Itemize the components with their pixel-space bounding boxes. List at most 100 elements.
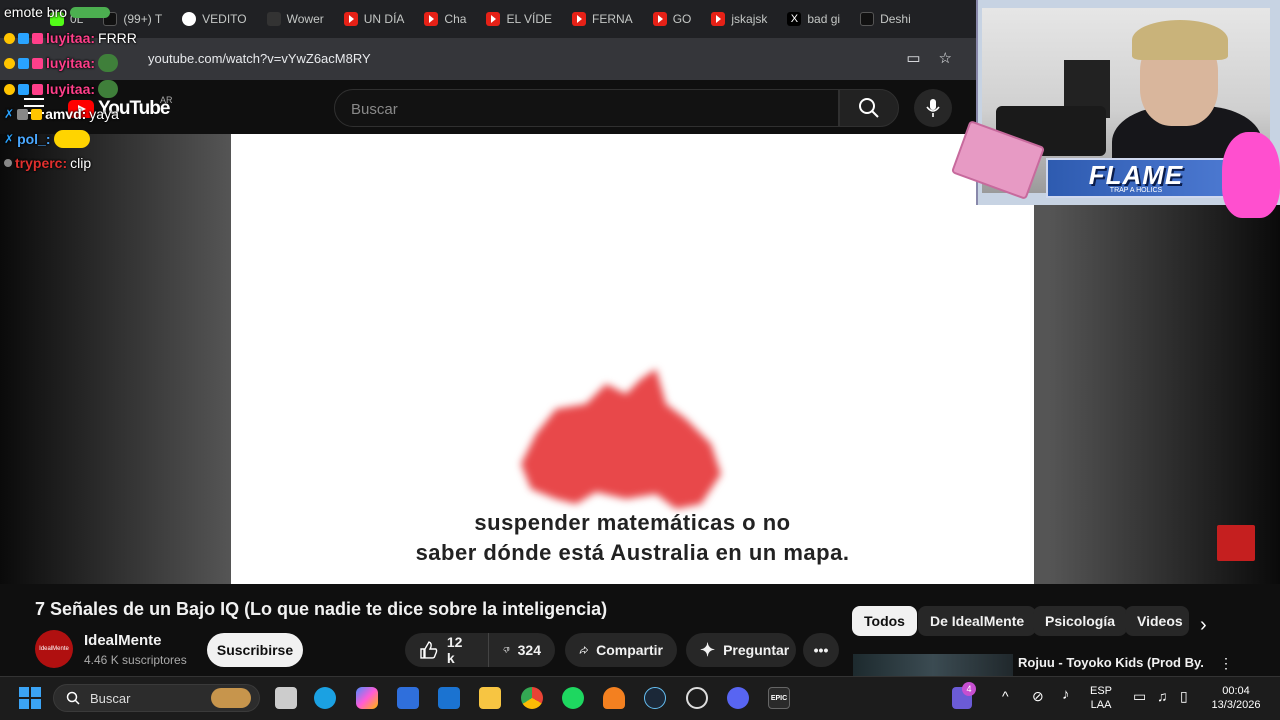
more-icon: ••• bbox=[813, 642, 829, 658]
display-icon[interactable]: ▭ bbox=[1133, 688, 1146, 705]
browser-tab[interactable]: Wower bbox=[257, 0, 334, 38]
chat-message: emote bro bbox=[4, 4, 111, 20]
pink-figure-sticker bbox=[1222, 132, 1280, 218]
more-actions-button[interactable]: ••• bbox=[803, 633, 839, 667]
volume-icon[interactable]: ♫ bbox=[1157, 688, 1168, 704]
chat-message: luyitaa: FRRR bbox=[4, 30, 137, 46]
share-icon bbox=[579, 646, 589, 654]
epic-games-icon[interactable]: EPIC bbox=[768, 687, 790, 709]
search-icon bbox=[66, 691, 80, 705]
steam-icon[interactable] bbox=[644, 687, 666, 709]
badge-icon bbox=[4, 83, 15, 95]
youtube-icon bbox=[343, 12, 358, 26]
browser-tab[interactable]: EL VÍDE bbox=[476, 0, 562, 38]
emote-icon bbox=[53, 130, 90, 148]
sword-icon: ✗ bbox=[4, 107, 15, 121]
chevron-right-icon[interactable]: › bbox=[1200, 614, 1207, 637]
video-player[interactable]: suspender matemáticas o no saber dónde e… bbox=[231, 134, 1034, 584]
chip-from-channel[interactable]: De IdealMente bbox=[918, 606, 1037, 636]
chat-message: tryperc: clip bbox=[4, 155, 91, 171]
more-vertical-icon[interactable]: ⋮ bbox=[1219, 655, 1233, 672]
video-title: 7 Señales de un Bajo IQ (Lo que nadie te… bbox=[35, 599, 608, 619]
badge-icon bbox=[18, 32, 29, 44]
browser-tab[interactable]: jskajsk bbox=[701, 0, 777, 38]
install-app-icon[interactable]: ▭ bbox=[906, 49, 920, 67]
badge-icon bbox=[4, 32, 15, 44]
badge-icon bbox=[18, 57, 29, 69]
taskbar-search[interactable]: Buscar bbox=[53, 684, 260, 712]
badge-icon bbox=[4, 57, 15, 69]
browser-tab[interactable]: UN DÍA bbox=[334, 0, 415, 38]
subtitle-line: suspender matemáticas o no bbox=[474, 510, 791, 535]
edge-icon[interactable] bbox=[314, 687, 336, 709]
address-bar: youtube.com/watch?v=vYwZ6acM8RY ▭ ☆ bbox=[0, 38, 976, 80]
chat-message: luyitaa: bbox=[4, 54, 119, 72]
chat-message: ✗ pol_: bbox=[4, 130, 90, 148]
channel-avatar[interactable]: IdealMente bbox=[35, 630, 73, 668]
input-language[interactable]: ESP LAA bbox=[1090, 684, 1112, 712]
share-button[interactable]: Compartir bbox=[565, 633, 677, 667]
badge-icon bbox=[32, 83, 43, 95]
outlook-icon[interactable] bbox=[438, 687, 460, 709]
clock[interactable]: 00:04 13/3/2026 bbox=[1207, 684, 1265, 712]
tiktok-icon bbox=[860, 12, 875, 26]
spotify-icon[interactable] bbox=[562, 687, 584, 709]
search-icon bbox=[859, 98, 879, 118]
badge-icon bbox=[32, 57, 43, 69]
microphone-tray-icon[interactable]: ♪ bbox=[1062, 686, 1070, 703]
copilot-icon[interactable] bbox=[356, 687, 378, 709]
store-icon[interactable] bbox=[397, 687, 419, 709]
subscribe-button[interactable]: Suscribirse bbox=[207, 633, 303, 667]
sword-icon: ✗ bbox=[4, 132, 15, 146]
voice-search-button[interactable] bbox=[914, 89, 952, 127]
search-button[interactable] bbox=[839, 89, 899, 127]
chevron-up-icon[interactable]: ^ bbox=[1002, 688, 1009, 704]
youtube-icon bbox=[711, 12, 726, 26]
subtitle-line: saber dónde está Australia en un mapa. bbox=[415, 540, 850, 565]
sparkle-icon: ✦ bbox=[700, 639, 716, 660]
youtube-icon bbox=[652, 12, 667, 26]
search-input[interactable]: Buscar bbox=[334, 89, 839, 127]
ask-button[interactable]: ✦ Preguntar bbox=[686, 633, 796, 667]
flame-banner: FLAME TRAP A HOLICS bbox=[1046, 158, 1226, 198]
obs-icon[interactable] bbox=[686, 687, 708, 709]
thumbs-up-icon bbox=[420, 641, 438, 659]
recommendation-title[interactable]: Rojuu - Toyoko Kids (Prod By. bbox=[1018, 655, 1204, 670]
like-button[interactable]: 12 k bbox=[405, 633, 488, 667]
browser-tab[interactable]: Cha bbox=[414, 0, 476, 38]
task-view-icon[interactable] bbox=[275, 687, 297, 709]
browser-tab[interactable]: VEDITO bbox=[172, 0, 256, 38]
browser-tab[interactable]: FERNA bbox=[562, 0, 643, 38]
youtube-icon bbox=[424, 12, 439, 26]
badge-icon bbox=[31, 108, 43, 120]
badge-icon bbox=[4, 159, 12, 167]
chat-message: luyitaa: bbox=[4, 80, 119, 98]
discord-icon[interactable] bbox=[727, 687, 749, 709]
cloudflare-icon[interactable] bbox=[603, 687, 625, 709]
country-code: AR bbox=[160, 95, 173, 105]
chip-all[interactable]: Todos bbox=[852, 606, 917, 636]
thumbs-down-icon bbox=[503, 647, 510, 653]
browser-tab[interactable]: Xbad gi bbox=[777, 0, 850, 38]
overlay-button[interactable] bbox=[1217, 525, 1255, 561]
youtube-icon bbox=[486, 12, 501, 26]
url-field[interactable]: youtube.com/watch?v=vYwZ6acM8RY bbox=[148, 51, 371, 66]
network-off-icon[interactable]: ⊘ bbox=[1032, 688, 1044, 705]
youtube-icon bbox=[572, 12, 587, 26]
recommendation-thumbnail[interactable] bbox=[853, 654, 1013, 676]
chip-psychology[interactable]: Psicología bbox=[1033, 606, 1128, 636]
chrome-icon[interactable] bbox=[521, 687, 543, 709]
windows-start-icon[interactable] bbox=[19, 687, 41, 709]
bookmark-star-icon[interactable]: ☆ bbox=[939, 49, 952, 67]
channel-name[interactable]: IdealMente bbox=[84, 632, 162, 649]
notification-count-badge: 4 bbox=[962, 682, 976, 696]
pepe-emote-icon bbox=[98, 80, 119, 98]
seven-icon bbox=[266, 12, 281, 26]
browser-tab[interactable]: Deshi bbox=[850, 0, 921, 38]
file-explorer-icon[interactable] bbox=[479, 687, 501, 709]
dislike-button[interactable]: 324 bbox=[488, 633, 555, 667]
battery-icon[interactable]: ▯ bbox=[1180, 688, 1188, 705]
google-icon bbox=[182, 12, 197, 26]
chip-videos[interactable]: Videos bbox=[1125, 606, 1189, 636]
browser-tab[interactable]: GO bbox=[643, 0, 702, 38]
